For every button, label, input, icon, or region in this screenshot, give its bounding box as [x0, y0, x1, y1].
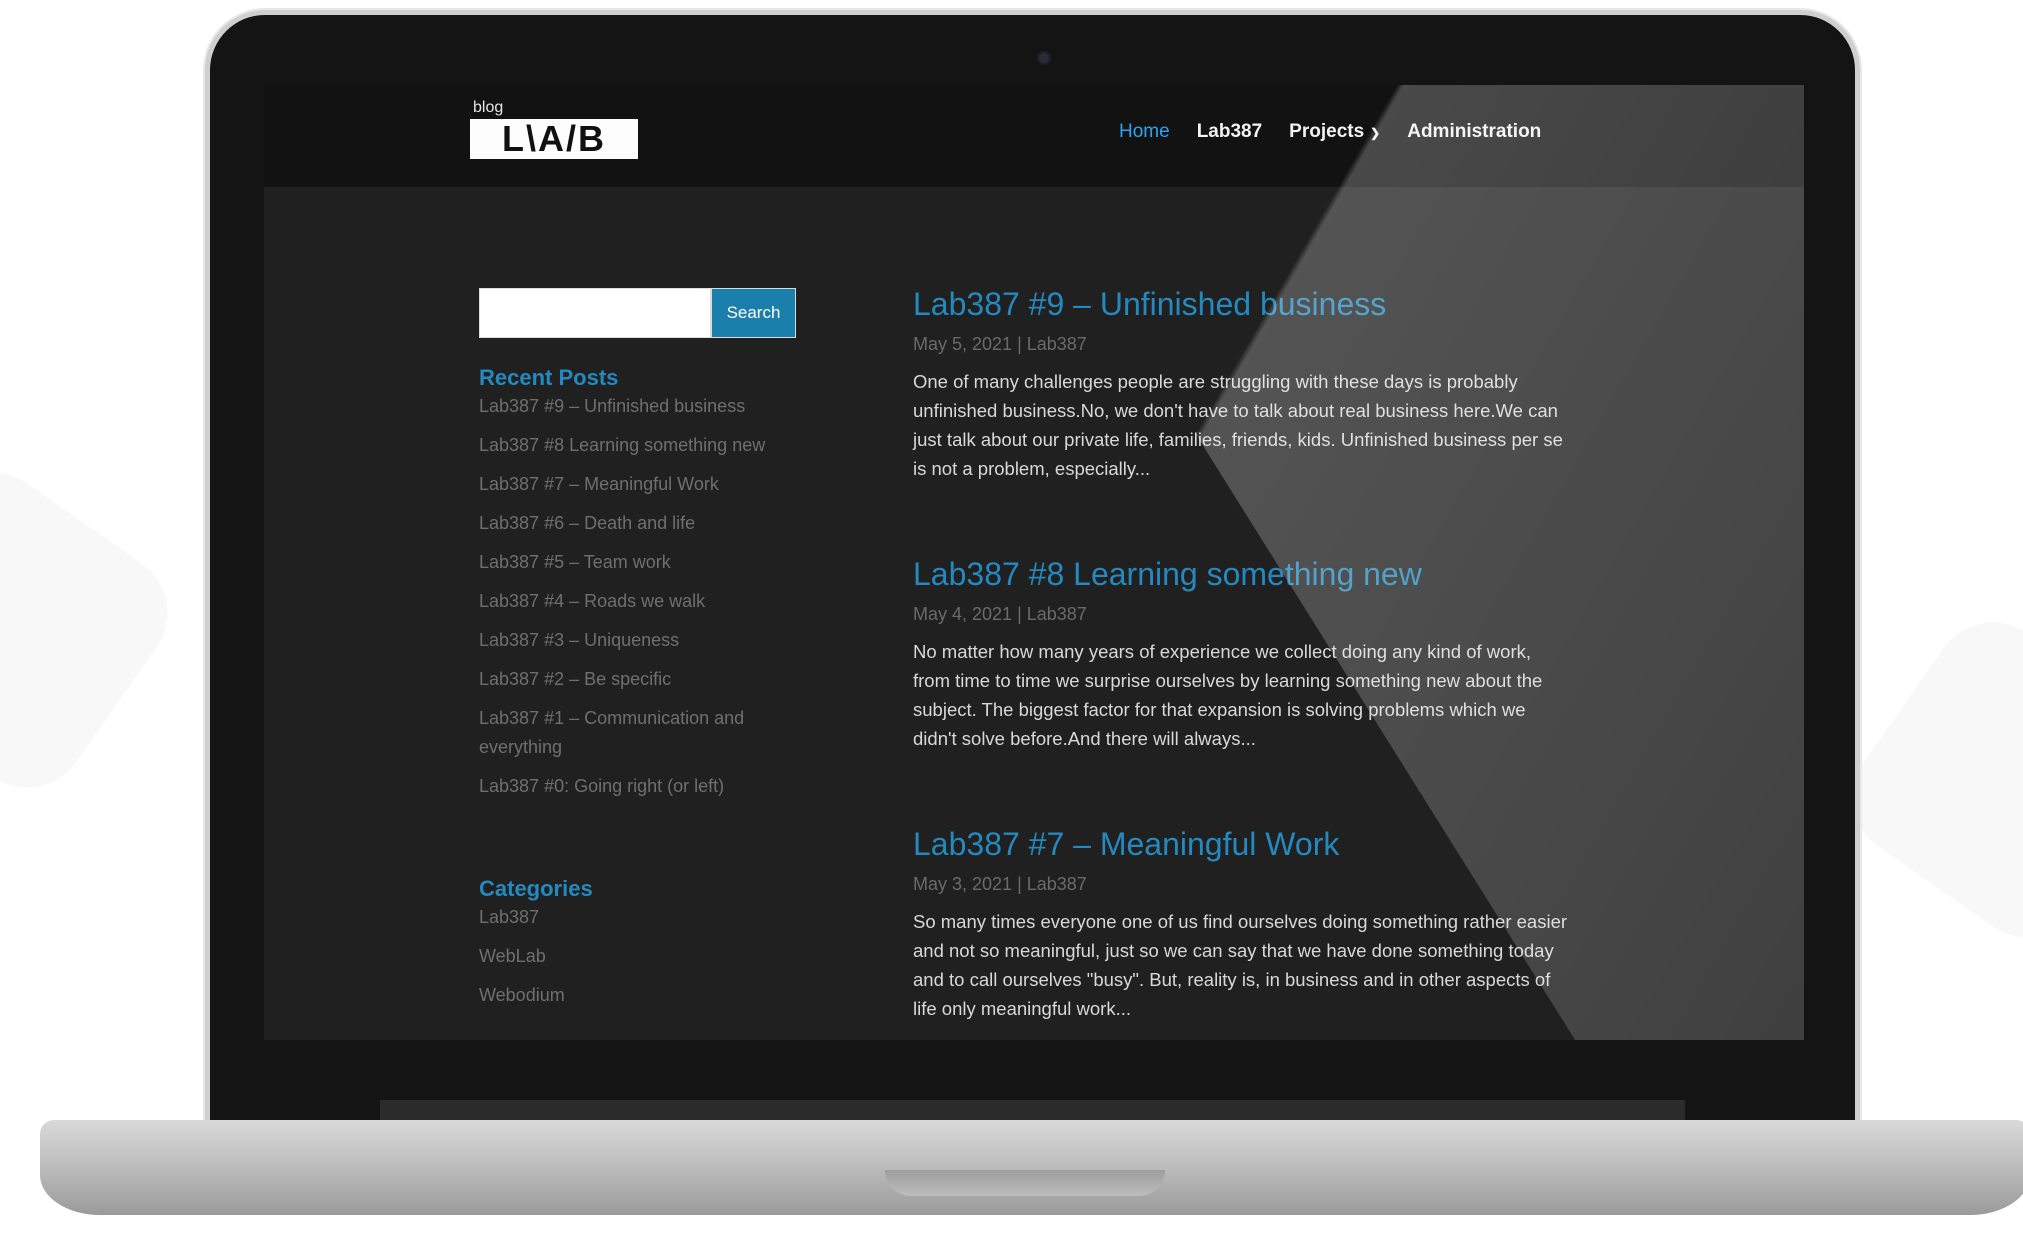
nav-item-administration[interactable]: Administration: [1407, 121, 1541, 143]
categories-list: Lab387 WebLab Webodium: [479, 903, 784, 1020]
list-item: Lab387 #8 Learning something new: [479, 431, 784, 460]
list-item: Lab387 #7 – Meaningful Work: [479, 470, 784, 499]
list-item: WebLab: [479, 942, 784, 971]
post-title-link[interactable]: Lab387 #9 – Unfinished business: [913, 284, 1573, 324]
categories-heading: Categories: [479, 876, 593, 901]
recent-post-link[interactable]: Lab387 #8 Learning something new: [479, 435, 765, 455]
list-item: Lab387 #2 – Be specific: [479, 665, 784, 694]
recent-posts-heading: Recent Posts: [479, 365, 619, 390]
recent-posts-list: Lab387 #9 – Unfinished business Lab387 #…: [479, 392, 784, 811]
list-item: Lab387 #9 – Unfinished business: [479, 392, 784, 421]
list-item: Lab387 #5 – Team work: [479, 548, 784, 577]
recent-post-link[interactable]: Lab387 #6 – Death and life: [479, 513, 695, 533]
recent-post-link[interactable]: Lab387 #2 – Be specific: [479, 669, 671, 689]
category-link[interactable]: Webodium: [479, 985, 565, 1005]
main-nav: Home Lab387 Projects ❯ Administration: [1119, 121, 1541, 143]
category-link[interactable]: Lab387: [479, 907, 539, 927]
blog-post: Lab387 #8 Learning something new May 4, …: [913, 554, 1573, 753]
nav-item-projects-label: Projects: [1289, 121, 1365, 142]
site-logo[interactable]: blog L\A/B: [470, 99, 638, 159]
post-title-link[interactable]: Lab387 #8 Learning something new: [913, 554, 1573, 594]
list-item: Lab387 #1 – Communication and everything: [479, 704, 784, 762]
post-meta: May 4, 2021 | Lab387: [913, 604, 1087, 624]
recent-post-link[interactable]: Lab387 #1 – Communication and everything: [479, 708, 744, 757]
blog-post: Lab387 #7 – Meaningful Work May 3, 2021 …: [913, 824, 1573, 1023]
list-item: Webodium: [479, 981, 784, 1010]
list-item: Lab387 #3 – Uniqueness: [479, 626, 784, 655]
post-excerpt: One of many challenges people are strugg…: [913, 371, 1563, 479]
post-title-link[interactable]: Lab387 #7 – Meaningful Work: [913, 824, 1573, 864]
list-item: Lab387 #0: Going right (or left): [479, 772, 784, 801]
logo-main-text: L\A/B: [470, 119, 638, 159]
recent-post-link[interactable]: Lab387 #7 – Meaningful Work: [479, 474, 719, 494]
recent-post-link[interactable]: Lab387 #5 – Team work: [479, 552, 671, 572]
post-excerpt: No matter how many years of experience w…: [913, 641, 1543, 749]
nav-item-projects[interactable]: Projects ❯: [1289, 121, 1380, 143]
search-input[interactable]: [479, 288, 711, 338]
laptop-notch: [885, 1170, 1165, 1196]
browser-screen: blog L\A/B Home Lab387 Projects ❯ Adminis…: [264, 85, 1804, 1040]
list-item: Lab387: [479, 903, 784, 932]
nav-item-lab387[interactable]: Lab387: [1197, 121, 1262, 143]
chevron-down-icon: ❯: [1370, 126, 1381, 140]
recent-post-link[interactable]: Lab387 #3 – Uniqueness: [479, 630, 679, 650]
camera-icon: [1037, 51, 1051, 65]
nav-item-home[interactable]: Home: [1119, 121, 1170, 143]
recent-post-link[interactable]: Lab387 #9 – Unfinished business: [479, 396, 745, 416]
site-header: blog L\A/B Home Lab387 Projects ❯ Adminis…: [264, 85, 1804, 187]
search-form: Search: [479, 288, 796, 338]
recent-post-link[interactable]: Lab387 #0: Going right (or left): [479, 776, 724, 796]
category-link[interactable]: WebLab: [479, 946, 546, 966]
post-meta: May 5, 2021 | Lab387: [913, 334, 1087, 354]
post-excerpt: So many times everyone one of us find ou…: [913, 911, 1568, 1019]
logo-small-text: blog: [473, 99, 504, 116]
recent-post-link[interactable]: Lab387 #4 – Roads we walk: [479, 591, 705, 611]
blog-post: Lab387 #9 – Unfinished business May 5, 2…: [913, 284, 1573, 483]
laptop-base: [40, 1120, 2023, 1215]
post-meta: May 3, 2021 | Lab387: [913, 874, 1087, 894]
search-button[interactable]: Search: [711, 288, 796, 338]
list-item: Lab387 #6 – Death and life: [479, 509, 784, 538]
list-item: Lab387 #4 – Roads we walk: [479, 587, 784, 616]
background-shape: [0, 448, 192, 812]
